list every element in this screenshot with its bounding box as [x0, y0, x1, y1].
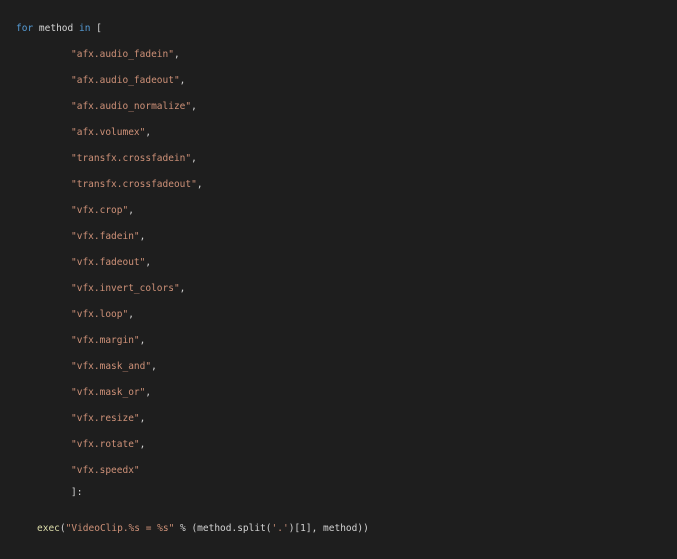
code-line-item: "vfx.speedx" [71, 464, 140, 478]
comma: , [145, 387, 152, 398]
comma: , [191, 101, 197, 112]
code-line-item: "vfx.margin", [71, 334, 145, 348]
string-literal: "transfx.crossfadeout" [71, 179, 197, 190]
string-literal: "vfx.invert_colors" [71, 283, 180, 294]
keyword-in: in [78, 23, 91, 34]
comma: , [145, 257, 152, 268]
index-open: )[ [288, 523, 301, 534]
string-literal: "vfx.resize" [71, 413, 140, 424]
code-line-item: "vfx.crop", [71, 204, 134, 218]
code-line-item: "transfx.crossfadeout", [71, 178, 203, 192]
code-line-exec: exec("VideoClip.%s = %s" % (method.split… [37, 522, 369, 536]
string-literal: "vfx.loop" [71, 309, 129, 320]
code-line-item: "transfx.crossfadein", [71, 152, 197, 166]
open-bracket: [ [96, 23, 102, 34]
comma: , [173, 49, 180, 60]
comma: , [145, 127, 152, 138]
string-literal: "vfx.fadeout" [71, 257, 146, 268]
string-literal: "vfx.margin" [71, 335, 140, 346]
string-literal: "vfx.fadein" [71, 231, 140, 242]
code-line-item: "vfx.resize", [71, 412, 145, 426]
comma: , [196, 179, 203, 190]
comma: , [179, 283, 186, 294]
code-line-item: "afx.volumex", [71, 126, 151, 140]
code-line-item: "vfx.fadeout", [71, 256, 151, 270]
comma: , [139, 439, 146, 450]
comma: , [139, 413, 146, 424]
code-line-item: "vfx.mask_or", [71, 386, 151, 400]
code-line-item: "afx.audio_fadein", [71, 48, 180, 62]
code-line-item: "vfx.invert_colors", [71, 282, 185, 296]
code-line-for: for method in [ [16, 22, 102, 36]
dot-string: '.' [271, 523, 289, 534]
comma: , [151, 361, 157, 372]
keyword-for: for [16, 23, 34, 34]
string-literal: "transfx.crossfadein" [71, 153, 192, 164]
code-line-item: "vfx.mask_and", [71, 360, 157, 374]
code-line-item: "afx.audio_normalize", [71, 100, 197, 114]
comma: , [139, 231, 146, 242]
string-literal: "afx.audio_fadeout" [71, 75, 180, 86]
function-exec: exec [37, 523, 60, 534]
code-line-item: "afx.audio_fadeout", [71, 74, 185, 88]
string-literal: "afx.volumex" [71, 127, 146, 138]
comma: , [128, 205, 134, 216]
string-literal: "vfx.crop" [71, 205, 129, 216]
comma: , [191, 153, 197, 164]
string-literal: "vfx.rotate" [71, 439, 140, 450]
closing-bracket: ]: [71, 487, 83, 498]
string-literal: "vfx.mask_and" [71, 361, 152, 372]
variable-method: method [38, 23, 74, 34]
string-literal: "afx.audio_fadein" [71, 49, 174, 60]
string-literal: "vfx.speedx" [71, 465, 140, 476]
format-string: "VideoClip.%s = %s" [65, 523, 175, 534]
comma: , [179, 75, 186, 86]
modulo-expression: % (method.split( [174, 523, 272, 534]
string-literal: "vfx.mask_or" [71, 387, 146, 398]
code-line-closing: ]: [71, 486, 82, 500]
comma: , [139, 335, 146, 346]
code-line-item: "vfx.loop", [71, 308, 134, 322]
comma: , [128, 309, 134, 320]
code-line-item: "vfx.rotate", [71, 438, 145, 452]
code-line-item: "vfx.fadein", [71, 230, 145, 244]
exec-tail: ], method)) [305, 523, 369, 534]
string-literal: "afx.audio_normalize" [71, 101, 192, 112]
code-editor[interactable]: for method in [ "afx.audio_fadein", "afx… [0, 0, 677, 559]
